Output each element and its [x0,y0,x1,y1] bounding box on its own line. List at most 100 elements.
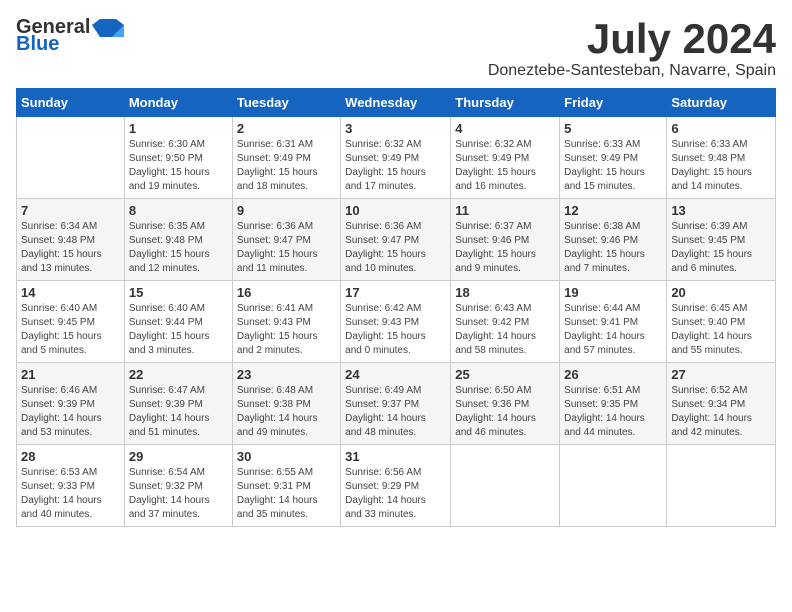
day-number: 18 [455,285,555,300]
day-number: 15 [129,285,228,300]
day-info: Sunrise: 6:36 AM Sunset: 9:47 PM Dayligh… [237,220,336,276]
day-info: Sunrise: 6:36 AM Sunset: 9:47 PM Dayligh… [345,220,446,276]
day-info: Sunrise: 6:34 AM Sunset: 9:48 PM Dayligh… [21,220,120,276]
day-info: Sunrise: 6:35 AM Sunset: 9:48 PM Dayligh… [129,220,228,276]
calendar-cell: 10 Sunrise: 6:36 AM Sunset: 9:47 PM Dayli… [341,199,451,281]
calendar-cell: 11Sunrise: 6:37 AM Sunset: 9:46 PM Dayli… [451,199,560,281]
calendar-cell: 22 Sunrise: 6:47 AM Sunset: 9:39 PM Dayli… [124,363,232,445]
calendar-cell: 31 Sunrise: 6:56 AM Sunset: 9:29 PM Dayli… [341,445,451,527]
day-number: 27 [671,367,771,382]
month-title: July 2024 [488,16,776,62]
day-info: Sunrise: 6:42 AM Sunset: 9:43 PM Dayligh… [345,302,446,358]
day-info: Sunrise: 6:32 AM Sunset: 9:49 PM Dayligh… [345,138,446,194]
day-info: Sunrise: 6:47 AM Sunset: 9:39 PM Dayligh… [129,384,228,440]
day-number: 13 [671,203,771,218]
day-number: 3 [345,121,446,136]
calendar-cell: 18 Sunrise: 6:43 AM Sunset: 9:42 PM Dayli… [451,281,560,363]
calendar-cell: 13 Sunrise: 6:39 AM Sunset: 9:45 PM Dayli… [667,199,776,281]
calendar-cell: 17Sunrise: 6:42 AM Sunset: 9:43 PM Dayli… [341,281,451,363]
title-area: July 2024 Doneztebe-Santesteban, Navarre… [488,16,776,80]
day-number: 30 [237,449,336,464]
header-day-saturday: Saturday [667,89,776,117]
calendar-cell: 12 Sunrise: 6:38 AM Sunset: 9:46 PM Dayli… [560,199,667,281]
day-number: 16 [237,285,336,300]
header-day-sunday: Sunday [17,89,125,117]
day-info: Sunrise: 6:37 AM Sunset: 9:46 PM Dayligh… [455,220,555,276]
header: General Blue July 2024 Doneztebe-Santest… [16,16,776,80]
day-number: 25 [455,367,555,382]
calendar-cell [17,117,125,199]
day-info: Sunrise: 6:39 AM Sunset: 9:45 PM Dayligh… [671,220,771,276]
calendar-cell: 30 Sunrise: 6:55 AM Sunset: 9:31 PM Dayli… [232,445,340,527]
calendar-week-row: 14Sunrise: 6:40 AM Sunset: 9:45 PM Dayli… [17,281,776,363]
day-info: Sunrise: 6:40 AM Sunset: 9:45 PM Dayligh… [21,302,120,358]
header-day-friday: Friday [560,89,667,117]
calendar-cell: 9 Sunrise: 6:36 AM Sunset: 9:47 PM Daylig… [232,199,340,281]
logo-icon [92,17,124,39]
calendar-cell: 8 Sunrise: 6:35 AM Sunset: 9:48 PM Daylig… [124,199,232,281]
header-day-wednesday: Wednesday [341,89,451,117]
day-info: Sunrise: 6:33 AM Sunset: 9:49 PM Dayligh… [564,138,662,194]
day-number: 21 [21,367,120,382]
day-number: 7 [21,203,120,218]
calendar-cell: 3 Sunrise: 6:32 AM Sunset: 9:49 PM Daylig… [341,117,451,199]
calendar-week-row: 28 Sunrise: 6:53 AM Sunset: 9:33 PM Dayli… [17,445,776,527]
calendar-week-row: 7 Sunrise: 6:34 AM Sunset: 9:48 PM Daylig… [17,199,776,281]
day-info: Sunrise: 6:53 AM Sunset: 9:33 PM Dayligh… [21,466,120,522]
day-info: Sunrise: 6:52 AM Sunset: 9:34 PM Dayligh… [671,384,771,440]
day-number: 1 [129,121,228,136]
calendar-cell: 21 Sunrise: 6:46 AM Sunset: 9:39 PM Dayli… [17,363,125,445]
calendar-cell: 1Sunrise: 6:30 AM Sunset: 9:50 PM Daylig… [124,117,232,199]
header-day-tuesday: Tuesday [232,89,340,117]
calendar-cell: 20 Sunrise: 6:45 AM Sunset: 9:40 PM Dayli… [667,281,776,363]
day-number: 28 [21,449,120,464]
day-info: Sunrise: 6:46 AM Sunset: 9:39 PM Dayligh… [21,384,120,440]
calendar-header-row: SundayMondayTuesdayWednesdayThursdayFrid… [17,89,776,117]
calendar-week-row: 1Sunrise: 6:30 AM Sunset: 9:50 PM Daylig… [17,117,776,199]
calendar-cell [451,445,560,527]
day-number: 31 [345,449,446,464]
calendar-body: 1Sunrise: 6:30 AM Sunset: 9:50 PM Daylig… [17,117,776,527]
day-info: Sunrise: 6:38 AM Sunset: 9:46 PM Dayligh… [564,220,662,276]
calendar-cell: 14Sunrise: 6:40 AM Sunset: 9:45 PM Dayli… [17,281,125,363]
day-info: Sunrise: 6:48 AM Sunset: 9:38 PM Dayligh… [237,384,336,440]
day-info: Sunrise: 6:45 AM Sunset: 9:40 PM Dayligh… [671,302,771,358]
logo-blue: Blue [16,33,59,56]
calendar-table: SundayMondayTuesdayWednesdayThursdayFrid… [16,88,776,527]
calendar-cell: 28 Sunrise: 6:53 AM Sunset: 9:33 PM Dayli… [17,445,125,527]
calendar-cell: 5 Sunrise: 6:33 AM Sunset: 9:49 PM Daylig… [560,117,667,199]
day-number: 10 [345,203,446,218]
day-info: Sunrise: 6:56 AM Sunset: 9:29 PM Dayligh… [345,466,446,522]
calendar-cell: 15 Sunrise: 6:40 AM Sunset: 9:44 PM Dayli… [124,281,232,363]
location-title: Doneztebe-Santesteban, Navarre, Spain [488,62,776,80]
day-info: Sunrise: 6:43 AM Sunset: 9:42 PM Dayligh… [455,302,555,358]
day-info: Sunrise: 6:55 AM Sunset: 9:31 PM Dayligh… [237,466,336,522]
day-number: 19 [564,285,662,300]
day-number: 22 [129,367,228,382]
calendar-cell: 25Sunrise: 6:50 AM Sunset: 9:36 PM Dayli… [451,363,560,445]
day-info: Sunrise: 6:40 AM Sunset: 9:44 PM Dayligh… [129,302,228,358]
day-number: 2 [237,121,336,136]
logo: General Blue [16,16,124,56]
day-info: Sunrise: 6:33 AM Sunset: 9:48 PM Dayligh… [671,138,771,194]
day-number: 29 [129,449,228,464]
calendar-week-row: 21 Sunrise: 6:46 AM Sunset: 9:39 PM Dayli… [17,363,776,445]
day-number: 8 [129,203,228,218]
calendar-cell [667,445,776,527]
calendar-cell: 6 Sunrise: 6:33 AM Sunset: 9:48 PM Daylig… [667,117,776,199]
day-number: 20 [671,285,771,300]
calendar-cell: 29 Sunrise: 6:54 AM Sunset: 9:32 PM Dayli… [124,445,232,527]
day-info: Sunrise: 6:31 AM Sunset: 9:49 PM Dayligh… [237,138,336,194]
day-number: 9 [237,203,336,218]
day-info: Sunrise: 6:54 AM Sunset: 9:32 PM Dayligh… [129,466,228,522]
day-number: 12 [564,203,662,218]
day-number: 5 [564,121,662,136]
header-day-thursday: Thursday [451,89,560,117]
calendar-cell: 23Sunrise: 6:48 AM Sunset: 9:38 PM Dayli… [232,363,340,445]
calendar-cell: 24Sunrise: 6:49 AM Sunset: 9:37 PM Dayli… [341,363,451,445]
day-number: 6 [671,121,771,136]
calendar-cell: 4Sunrise: 6:32 AM Sunset: 9:49 PM Daylig… [451,117,560,199]
calendar-cell: 27 Sunrise: 6:52 AM Sunset: 9:34 PM Dayli… [667,363,776,445]
day-info: Sunrise: 6:51 AM Sunset: 9:35 PM Dayligh… [564,384,662,440]
header-day-monday: Monday [124,89,232,117]
